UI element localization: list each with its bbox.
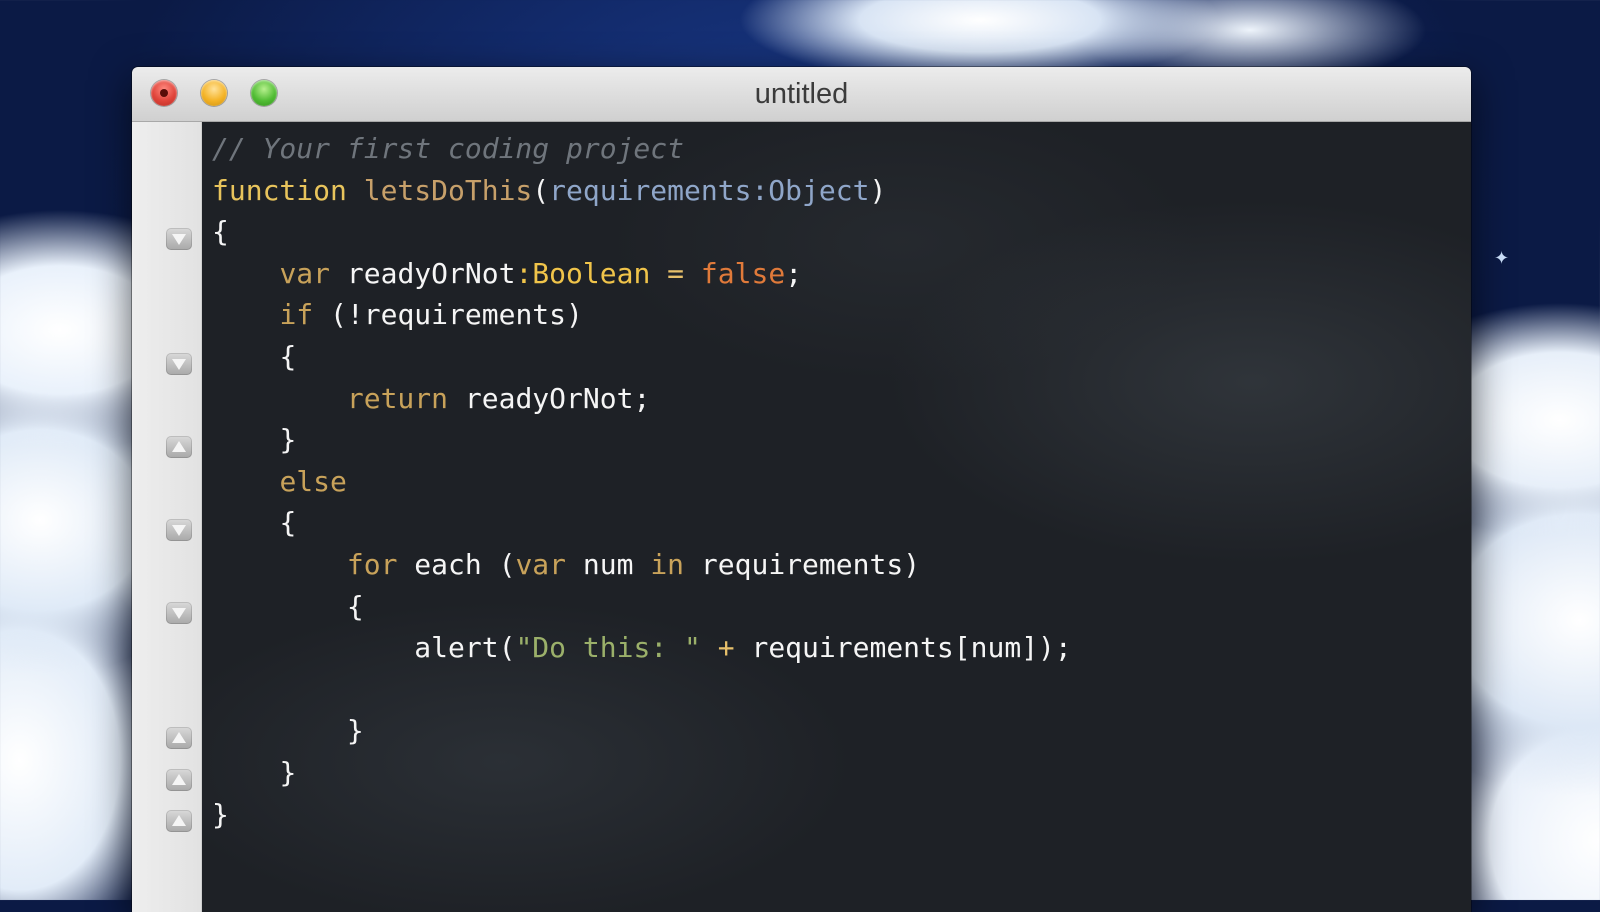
code-text-token: } [279, 755, 297, 789]
code-line: } [212, 752, 1072, 794]
title-bar[interactable]: untitled [132, 67, 1471, 122]
code-text-token: readyOrNot; [448, 381, 651, 415]
code-text-token: requirements) [684, 547, 921, 581]
code-terminator: ; [785, 256, 803, 290]
code-line: } [212, 710, 1072, 752]
editor-window: untitled // Your first coding project fun… [132, 67, 1471, 912]
fold-down-icon[interactable] [166, 228, 192, 250]
code-type: :Boolean [515, 256, 651, 290]
code-keyword: else [279, 464, 347, 498]
window-title: untitled [754, 78, 849, 110]
code-line: alert("Do this: " + requirements[num]); [212, 627, 1072, 669]
code-text-token: num [566, 547, 651, 581]
code-line: var readyOrNot:Boolean = false; [212, 253, 1072, 295]
code-string: "Do this: " [515, 631, 701, 665]
code-text[interactable]: // Your first coding project function let… [212, 128, 1072, 835]
code-operator: + [700, 631, 752, 665]
code-text-token: alert( [414, 631, 516, 665]
code-operator: = [650, 256, 701, 290]
code-text-token: } [212, 797, 229, 831]
code-keyword: var [515, 547, 567, 581]
code-keyword: for [346, 547, 398, 581]
fold-down-icon[interactable] [166, 353, 192, 375]
code-keyword: return [346, 381, 449, 415]
code-text-token: each ( [397, 547, 516, 581]
code-boolean: false [700, 256, 786, 290]
code-text-token: requirements[num]); [751, 631, 1072, 665]
code-line: { [212, 211, 1072, 253]
code-line: { [212, 336, 1072, 378]
code-keyword: function [212, 173, 347, 207]
code-keyword: var [279, 256, 331, 290]
code-text-token: } [346, 714, 364, 748]
code-text-token: { [279, 506, 297, 540]
code-keyword: in [650, 547, 685, 581]
code-identifier: readyOrNot [330, 256, 516, 290]
code-line: for each (var num in requirements) [212, 544, 1072, 586]
code-text-token: { [212, 215, 229, 249]
line-gutter [132, 122, 202, 912]
fold-up-icon[interactable] [166, 769, 192, 791]
code-text-token: } [279, 423, 297, 457]
fold-up-icon[interactable] [166, 810, 192, 832]
code-line: { [212, 586, 1072, 628]
code-line: { [212, 502, 1072, 544]
fold-down-icon[interactable] [166, 602, 192, 624]
star-icon: ✦ [1494, 248, 1510, 269]
fold-up-icon[interactable] [166, 727, 192, 749]
code-parameter: requirements:Object [549, 173, 870, 207]
code-text-token: (!requirements) [313, 298, 583, 332]
code-line: } [212, 794, 1072, 836]
code-paren: ( [532, 173, 550, 207]
code-text-token: { [346, 589, 364, 623]
code-line: } [212, 419, 1072, 461]
code-paren: ) [869, 173, 887, 207]
code-editor[interactable]: // Your first coding project function let… [202, 122, 1471, 912]
fold-down-icon[interactable] [166, 519, 192, 541]
fold-up-icon[interactable] [166, 436, 192, 458]
code-keyword: if [279, 298, 314, 332]
code-line: // Your first coding project [212, 128, 1072, 170]
code-text-token: { [279, 339, 297, 373]
code-function-name: letsDoThis [363, 173, 533, 207]
code-line: else [212, 461, 1072, 503]
code-line: function letsDoThis(requirements:Object) [212, 170, 1072, 212]
code-comment: // Your first coding project [212, 132, 685, 165]
code-line: return readyOrNot; [212, 378, 1072, 420]
code-line: if (!requirements) [212, 294, 1072, 336]
